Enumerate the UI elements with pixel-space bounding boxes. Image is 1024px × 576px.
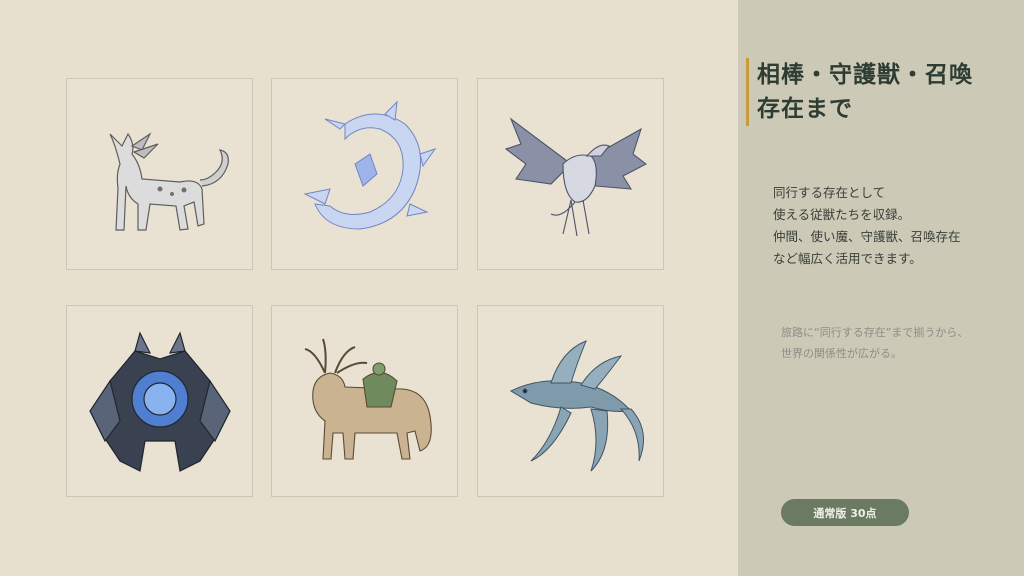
creature-card-winged-griffin[interactable] [477, 78, 664, 270]
creature-gallery [0, 0, 738, 576]
creature-card-armored-golem[interactable] [66, 305, 253, 497]
wolf-creature-illustration [108, 132, 229, 231]
armored-golem-illustration [88, 331, 231, 472]
note-line: 旅路に“同行する存在”まで揃うから、 [781, 326, 969, 339]
creature-card-wolf[interactable] [66, 78, 253, 270]
description-line: など幅広く活用できます。 [773, 251, 922, 266]
description-line: 同行する存在として [773, 185, 886, 200]
creature-card-spirit-fish[interactable] [477, 305, 664, 497]
sub-note: 旅路に“同行する存在”まで揃うから、 世界の関係性が広がる。 [781, 322, 1016, 364]
note-line: 世界の関係性が広がる。 [781, 347, 902, 360]
page-title-line-1: 相棒・守護獣・召喚 [757, 61, 973, 88]
crystal-serpent-illustration [302, 100, 436, 230]
winged-griffin-illustration [504, 117, 647, 237]
page-title-line-2: 存在まで [757, 95, 853, 122]
spirit-fish-illustration [509, 340, 644, 472]
title-block: 相棒・守護獣・召喚 存在まで [746, 58, 1016, 126]
creature-card-crystal-serpent[interactable] [271, 78, 458, 270]
description: 同行する存在として 使える従獣たちを収録。 仲間、使い魔、守護獣、召喚存在 など… [773, 182, 1013, 270]
edition-badge[interactable]: 通常版 30点 [781, 499, 909, 526]
description-line: 仲間、使い魔、守護獣、召喚存在 [773, 229, 961, 244]
antlered-beast-illustration [304, 338, 432, 460]
info-panel: 相棒・守護獣・召喚 存在まで 同行する存在として 使える従獣たちを収録。 仲間、… [738, 0, 1024, 576]
creature-card-antlered-beast[interactable] [271, 305, 458, 497]
description-line: 使える従獣たちを収録。 [773, 207, 911, 222]
